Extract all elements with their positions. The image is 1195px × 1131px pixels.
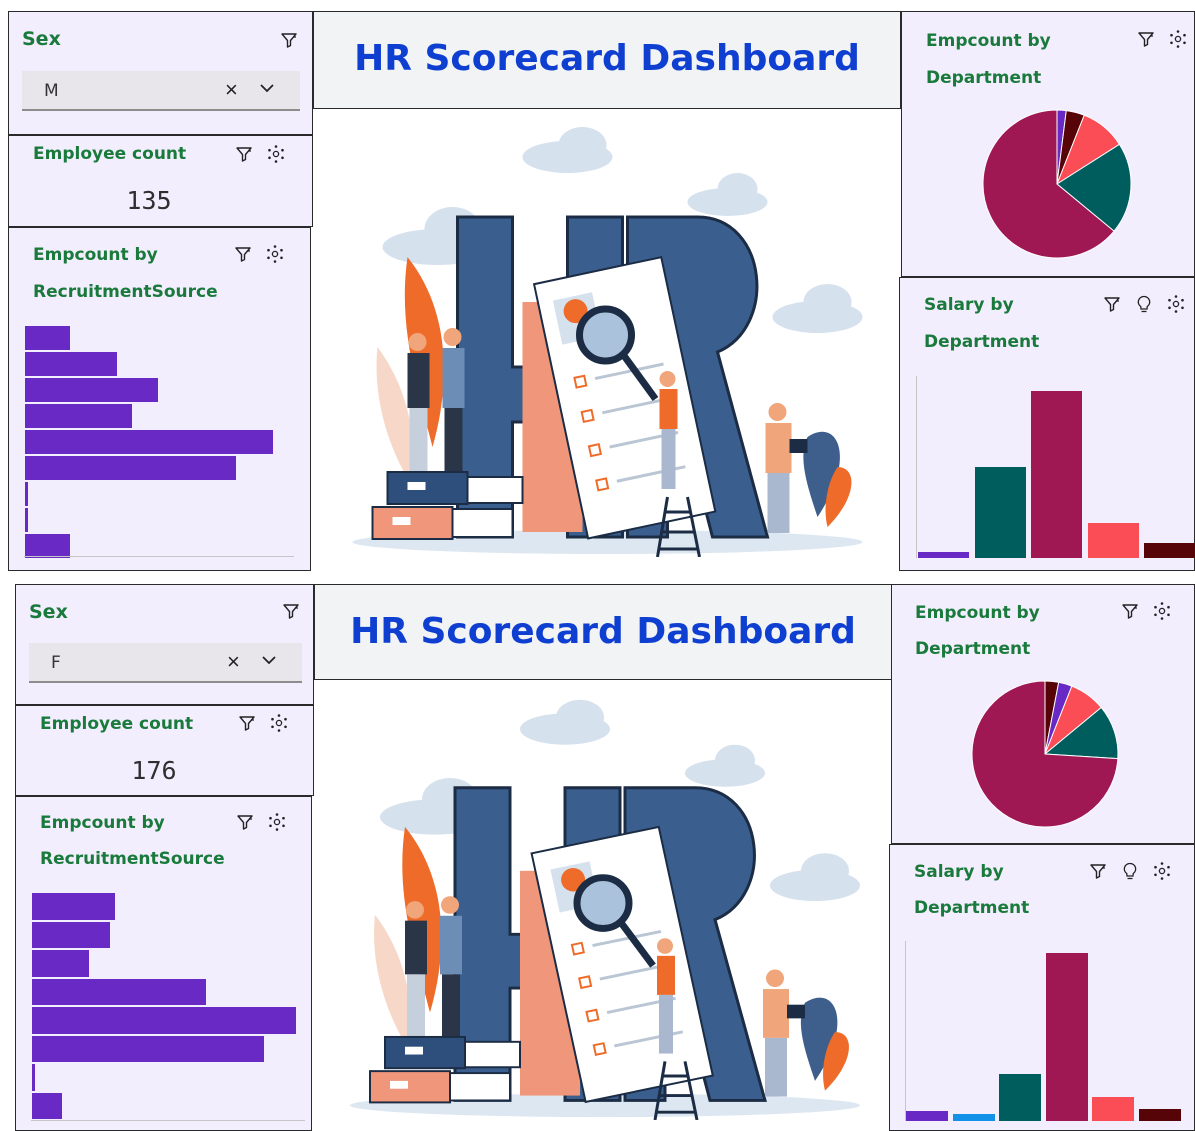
employee-count-value: 176 <box>131 756 177 785</box>
filter-icon[interactable] <box>281 601 301 621</box>
hr-illustration <box>335 117 880 557</box>
x-axis-line <box>31 1120 305 1121</box>
bar[interactable] <box>24 325 71 351</box>
chevron-down-icon[interactable] <box>259 650 279 670</box>
bar[interactable] <box>31 977 207 1006</box>
dashboard-title-panel: HR Scorecard Dashboard <box>313 11 901 109</box>
bar[interactable] <box>24 351 118 377</box>
empcount-dept-pie-chart <box>971 680 1119 828</box>
bar[interactable] <box>1031 391 1082 558</box>
bar[interactable] <box>24 403 134 429</box>
sex-filter-panel: Sex F × <box>15 584 314 705</box>
filter-icon[interactable] <box>234 144 254 164</box>
salary-dept-panel: Salary by Department <box>899 277 1195 571</box>
sex-select[interactable]: F × <box>29 643 302 683</box>
employee-count-title: Employee count <box>40 714 194 734</box>
sex-filter-panel: Sex M × <box>8 11 313 135</box>
empcount-dept-pie-chart <box>982 109 1132 259</box>
salary-dept-bar-chart <box>900 278 1195 572</box>
bar[interactable] <box>952 1114 995 1121</box>
employee-count-value: 135 <box>126 186 172 215</box>
chevron-down-icon[interactable] <box>257 78 277 98</box>
filter-icon[interactable] <box>237 713 257 733</box>
bar[interactable] <box>1092 1097 1134 1121</box>
bar[interactable] <box>31 949 90 978</box>
recruitment-source-chart <box>9 228 312 572</box>
bar[interactable] <box>1045 953 1088 1121</box>
bar[interactable] <box>24 429 274 455</box>
bar[interactable] <box>24 481 30 507</box>
employee-count-title: Employee count <box>33 144 187 164</box>
salary-dept-panel: Salary by Department <box>889 844 1195 1131</box>
bar[interactable] <box>24 455 238 481</box>
bar[interactable] <box>31 892 117 921</box>
sex-filter-title: Sex <box>22 28 61 50</box>
settings-dots-icon[interactable] <box>269 713 289 733</box>
bar[interactable] <box>31 1091 63 1120</box>
recruitment-source-panel: Empcount by RecruitmentSource <box>15 796 312 1131</box>
settings-dots-icon[interactable] <box>266 144 286 164</box>
sex-filter-title: Sex <box>29 601 68 623</box>
recruitment-source-panel: Empcount by RecruitmentSource <box>8 227 311 571</box>
empcount-dept-panel: Empcount by Department <box>891 584 1195 844</box>
bar[interactable] <box>999 1073 1041 1121</box>
filter-icon[interactable] <box>279 30 299 50</box>
bar[interactable] <box>24 507 30 533</box>
dashboard-title: HR Scorecard Dashboard <box>354 38 860 79</box>
bar[interactable] <box>31 1006 297 1035</box>
employee-count-panel: Employee count 135 <box>8 135 313 227</box>
employee-count-panel: Employee count 176 <box>15 705 314 796</box>
recruitment-source-chart <box>16 797 313 1131</box>
bar[interactable] <box>31 920 111 949</box>
bar[interactable] <box>1144 542 1195 558</box>
sex-select[interactable]: M × <box>22 71 300 111</box>
bar[interactable] <box>1087 522 1139 558</box>
bar[interactable] <box>31 1063 37 1092</box>
sex-select-value: M <box>44 81 59 101</box>
close-icon[interactable]: × <box>227 649 240 675</box>
empcount-dept-panel: Empcount by Department <box>901 11 1195 277</box>
bar[interactable] <box>1138 1109 1181 1121</box>
dashboard-title-panel: HR Scorecard Dashboard <box>314 584 892 680</box>
sex-select-value: F <box>51 653 61 673</box>
close-icon[interactable]: × <box>225 77 238 103</box>
salary-dept-bar-chart <box>890 845 1195 1131</box>
bar[interactable] <box>24 377 160 403</box>
x-axis-line <box>24 556 294 557</box>
bar[interactable] <box>906 1110 948 1121</box>
hr-illustration <box>335 690 875 1120</box>
bar[interactable] <box>918 551 969 558</box>
dashboard-title: HR Scorecard Dashboard <box>350 611 856 652</box>
bar[interactable] <box>31 1034 266 1063</box>
bar[interactable] <box>974 466 1026 558</box>
